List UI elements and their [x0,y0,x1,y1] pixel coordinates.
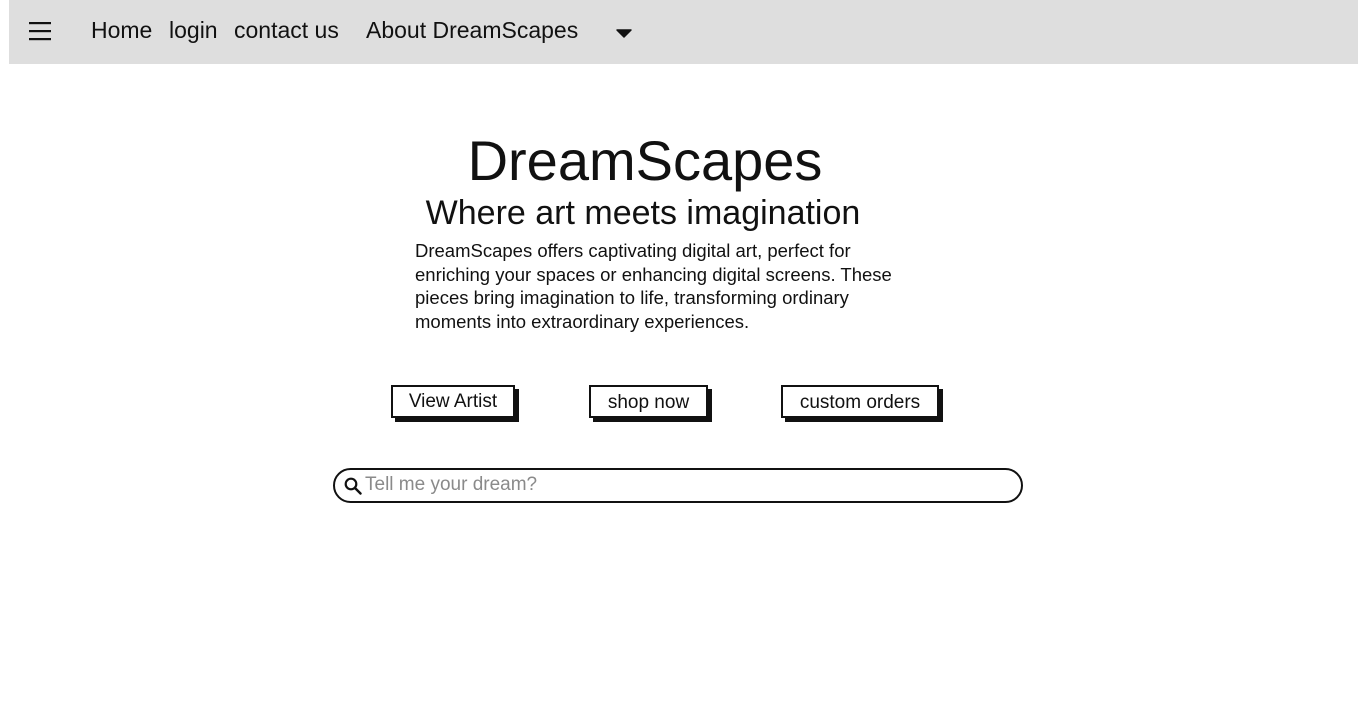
hamburger-menu-icon[interactable] [29,21,51,41]
caret-down-icon[interactable] [615,26,633,38]
page-subtitle: Where art meets imagination [425,194,861,232]
page-title: DreamScapes [467,129,823,192]
nav-link-contact-us[interactable]: contact us [234,16,339,44]
shop-now-button[interactable]: shop now [589,385,708,418]
search-bar[interactable] [333,468,1023,503]
search-input[interactable] [365,472,1005,498]
hero-description: DreamScapes offers captivating digital a… [415,240,892,333]
search-icon[interactable] [344,477,362,495]
nav-link-home[interactable]: Home [91,16,152,44]
page: Home login contact us About DreamScapes … [0,0,1358,704]
nav-link-login[interactable]: login [169,16,218,44]
top-navbar: Home login contact us About DreamScapes [9,0,1358,64]
view-artist-button[interactable]: View Artist [391,385,515,418]
nav-link-about[interactable]: About DreamScapes [366,16,578,44]
custom-orders-button[interactable]: custom orders [781,385,939,418]
